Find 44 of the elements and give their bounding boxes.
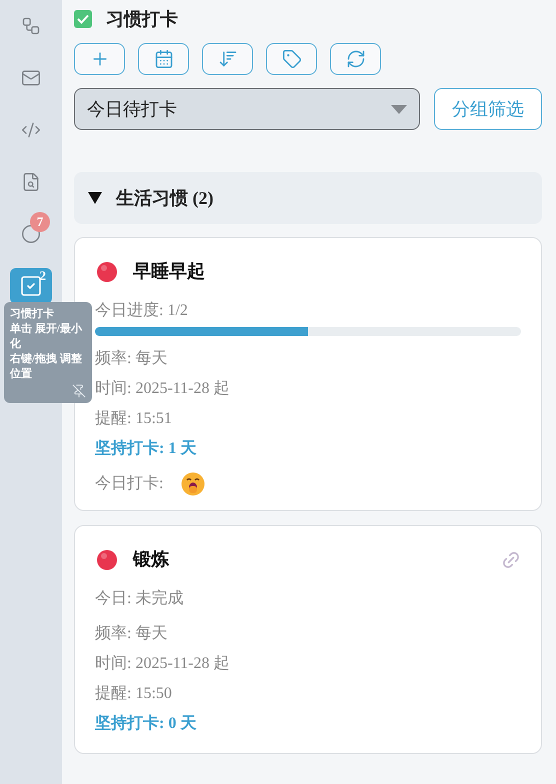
habit-frequency: 频率: 每天	[95, 348, 168, 369]
notification-badge: 7	[30, 212, 50, 232]
habit-streak: 坚持打卡: 0 天	[95, 714, 198, 734]
habit-status: 今日: 未完成	[95, 588, 184, 609]
group-title: 生活习惯 (2)	[116, 186, 214, 210]
refresh-icon	[346, 49, 366, 69]
habit-name: 锻炼	[133, 548, 169, 571]
habit-frequency: 频率: 每天	[95, 624, 168, 644]
code-icon	[21, 120, 41, 140]
group-header[interactable]: 生活习惯 (2)	[74, 172, 542, 224]
habit-time: 时间: 2025-11-28 起	[95, 654, 231, 674]
app-title: 习惯打卡	[106, 8, 178, 30]
sort-button[interactable]	[202, 43, 253, 75]
checkbox[interactable]	[74, 10, 92, 28]
check-icon	[77, 14, 89, 24]
habit-name: 早睡早起	[133, 260, 205, 283]
filter-dropdown[interactable]: 今日待打卡	[74, 88, 420, 130]
tooltip-text: 习惯打卡	[10, 307, 54, 322]
checkin-label: 今日打卡:	[95, 474, 164, 494]
tooltip-text: 单击 展开/最小化	[10, 322, 83, 352]
calendar-button[interactable]	[138, 43, 189, 75]
pin-off-icon	[72, 384, 86, 398]
caret-icon	[391, 104, 407, 114]
tooltip-text: 右键/拖拽 调整位置	[10, 352, 83, 382]
circle-icon	[21, 224, 41, 244]
yawning-face-icon	[181, 472, 206, 496]
network-icon	[21, 16, 41, 36]
tag-icon	[282, 49, 302, 69]
group-filter-button[interactable]: 分组筛选	[434, 88, 542, 130]
sidebar-item[interactable]: 2	[10, 268, 52, 304]
sort-icon	[218, 49, 238, 69]
collapse-triangle-icon	[88, 192, 102, 204]
refresh-button[interactable]	[330, 43, 381, 75]
tag-button[interactable]	[266, 43, 317, 75]
count-label: 2	[40, 269, 46, 282]
mail-icon	[21, 68, 41, 88]
habit-time: 时间: 2025-11-28 起	[95, 378, 231, 399]
file-search-icon	[21, 172, 41, 192]
habit-reminder: 提醒: 15:50	[95, 684, 173, 704]
habit-streak: 坚持打卡: 1 天	[95, 438, 198, 459]
habit-status: 今日进度: 1/2	[95, 300, 189, 321]
habit-reminder: 提醒: 15:51	[95, 409, 173, 429]
add-button[interactable]	[74, 43, 125, 75]
calendar-icon	[154, 49, 174, 69]
